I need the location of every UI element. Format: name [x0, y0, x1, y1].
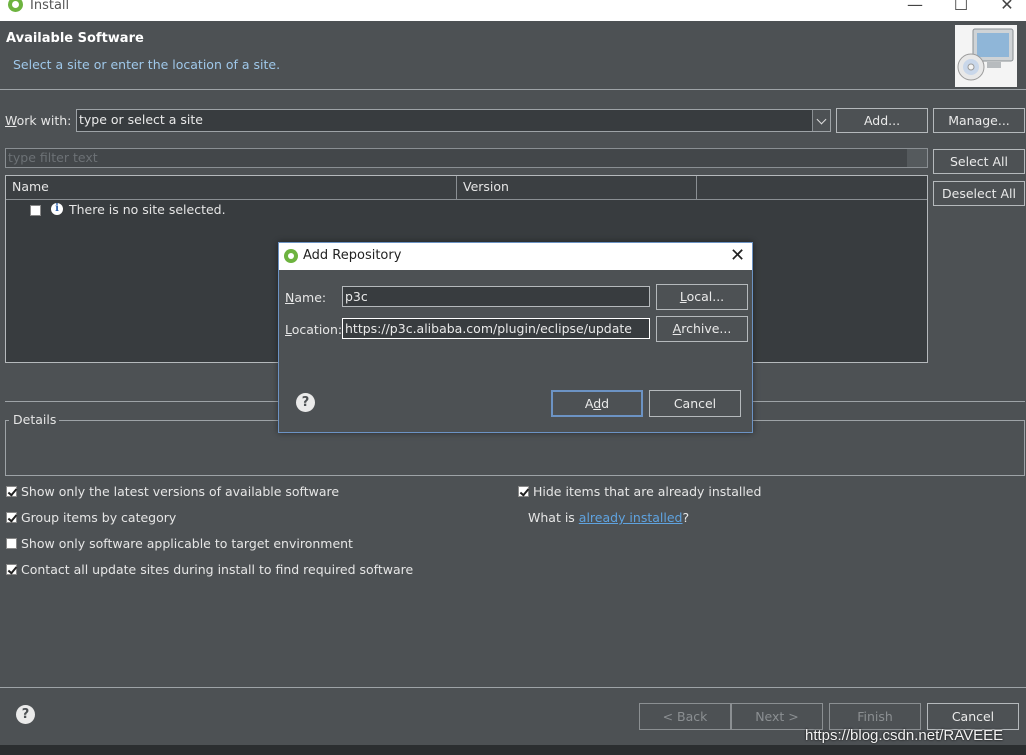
what-is-installed-text: What is already installed?: [528, 510, 690, 525]
column-header-blank: [697, 176, 927, 200]
table-row[interactable]: i There is no site selected.: [6, 200, 927, 220]
watermark-text: https://blog.csdn.net/RAVEEE: [805, 727, 1004, 744]
page-title: Available Software: [6, 31, 144, 46]
dialog-title: Add Repository: [303, 248, 402, 263]
dialog-cancel-button[interactable]: Cancel: [649, 390, 741, 417]
target-environment-checkbox[interactable]: [6, 538, 17, 549]
contact-update-sites-label: Contact all update sites during install …: [21, 562, 414, 577]
target-environment-label: Show only software applicable to target …: [21, 536, 353, 551]
wizard-header: Available Software Select a site or ente…: [0, 21, 1026, 89]
window-title: Install: [30, 0, 70, 13]
location-label: Location:: [285, 322, 343, 337]
local-button[interactable]: Local...: [656, 284, 748, 310]
name-label: Name:: [285, 290, 327, 305]
dialog-close-icon[interactable]: ✕: [730, 245, 745, 266]
contact-update-sites-checkbox[interactable]: [6, 564, 17, 575]
row-name: There is no site selected.: [69, 202, 226, 217]
app-logo-icon: [8, 0, 23, 12]
row-checkbox[interactable]: [30, 205, 41, 216]
add-repository-dialog: Add Repository ✕ Name: p3c Local... Loca…: [278, 242, 753, 433]
help-icon[interactable]: ?: [16, 705, 35, 724]
info-icon: i: [51, 203, 63, 215]
manage-sites-button[interactable]: Manage...: [933, 108, 1025, 133]
deselect-all-button[interactable]: Deselect All: [933, 181, 1025, 206]
page-subtitle: Select a site or enter the location of a…: [13, 57, 281, 72]
close-icon[interactable]: ✕: [984, 0, 1026, 14]
clear-filter-icon[interactable]: [907, 149, 927, 167]
cancel-button[interactable]: Cancel: [927, 703, 1019, 730]
finish-button[interactable]: Finish: [829, 703, 921, 730]
work-with-combo[interactable]: type or select a site: [76, 109, 831, 132]
dialog-app-logo-icon: [284, 249, 298, 263]
already-installed-link[interactable]: already installed: [579, 510, 683, 525]
dialog-add-button[interactable]: Add: [551, 390, 643, 417]
latest-versions-checkbox[interactable]: [6, 486, 17, 497]
dialog-title-bar: Add Repository ✕: [279, 243, 752, 270]
window-title-bar: Install — ☐ ✕: [0, 0, 1026, 21]
latest-versions-label: Show only the latest versions of availab…: [21, 484, 340, 499]
column-header-version[interactable]: Version: [457, 176, 697, 200]
footer-separator: [0, 687, 1026, 688]
details-label: Details: [10, 412, 60, 427]
dialog-help-icon[interactable]: ?: [296, 393, 315, 412]
group-by-category-label: Group items by category: [21, 510, 177, 525]
archive-button[interactable]: Archive...: [656, 316, 748, 342]
work-with-label: Work with:: [5, 113, 72, 128]
taskbar-strip: [0, 745, 1026, 755]
location-input[interactable]: https://p3c.alibaba.com/plugin/eclipse/u…: [342, 318, 650, 339]
group-by-category-checkbox[interactable]: [6, 512, 17, 523]
select-all-button[interactable]: Select All: [933, 149, 1025, 174]
install-software-banner-icon: [955, 25, 1017, 87]
column-header-name[interactable]: Name: [6, 176, 457, 200]
filter-placeholder: type filter text: [8, 150, 98, 165]
hide-installed-label: Hide items that are already installed: [533, 484, 762, 499]
chevron-down-icon[interactable]: [812, 110, 830, 131]
maximize-icon[interactable]: ☐: [938, 0, 984, 14]
name-input[interactable]: p3c: [342, 286, 650, 307]
minimize-icon[interactable]: —: [892, 0, 938, 14]
add-site-button[interactable]: Add...: [836, 108, 928, 133]
header-separator: [0, 89, 1026, 90]
hide-installed-checkbox[interactable]: [518, 486, 529, 497]
next-button[interactable]: Next >: [731, 703, 823, 730]
work-with-value: type or select a site: [79, 112, 203, 127]
back-button[interactable]: < Back: [639, 703, 731, 730]
filter-input[interactable]: type filter text: [5, 148, 928, 168]
